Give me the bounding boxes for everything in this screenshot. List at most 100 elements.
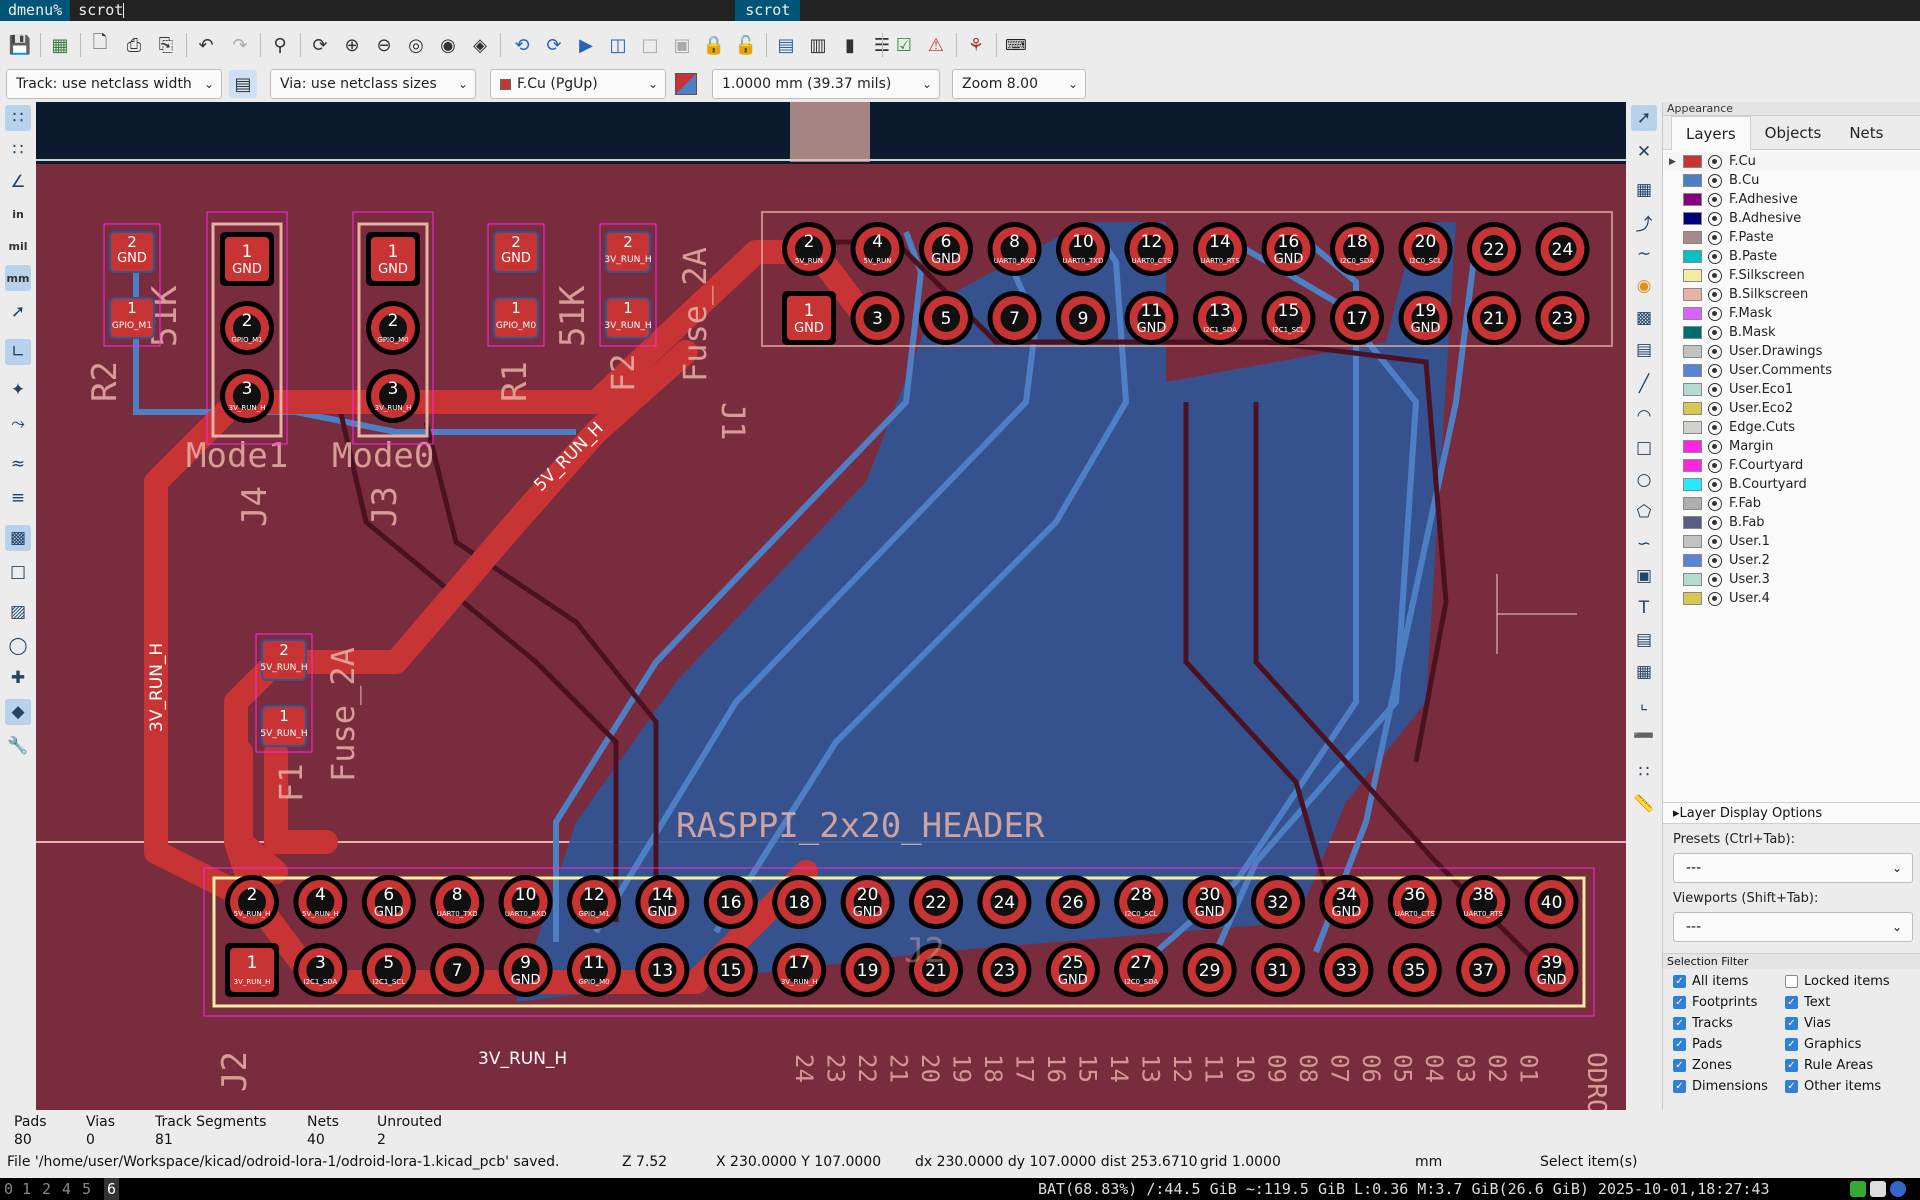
workspace-6-current[interactable]: 6 (104, 1178, 120, 1200)
rpi-pad[interactable]: 19 (840, 943, 895, 997)
eye-icon[interactable] (1708, 325, 1722, 340)
layer-select[interactable]: F.Cu (PgUp) ⌄ (490, 69, 666, 99)
track-outline-icon[interactable]: ✚ (5, 665, 31, 691)
zoom-out-icon[interactable]: ⊖ (370, 31, 398, 59)
odroid-pad[interactable]: 14 UART0_RTS (1193, 222, 1247, 276)
layer-row[interactable]: F.Silkscreen (1663, 266, 1920, 285)
checkbox-checked-icon[interactable]: ✓ (1785, 995, 1798, 1009)
dmenu-match[interactable]: scrot (735, 0, 801, 21)
add-table-icon[interactable]: ▦ (1631, 659, 1657, 685)
selection-filter-item[interactable]: Locked items (1785, 972, 1915, 990)
local-ratsnest-icon[interactable]: ✕ (1631, 139, 1657, 165)
resistor-pad[interactable]: 1 GPIO_M1 (109, 297, 155, 339)
odroid-pad[interactable]: 17 (1330, 291, 1384, 345)
rpi-pad[interactable]: 25GND (1045, 943, 1100, 997)
grid-overrides-icon[interactable]: ∷ (5, 137, 31, 163)
draw-circle-icon[interactable]: ○ (1631, 467, 1657, 493)
rpi-pad[interactable]: 32 (1251, 875, 1305, 929)
workspace-5[interactable]: 5 (82, 1178, 91, 1200)
odroid-pad[interactable]: 20 I2C0_SCL (1398, 222, 1453, 276)
layer-row[interactable]: B.Cu (1663, 171, 1920, 190)
layer-row[interactable]: B.Fab (1663, 513, 1920, 532)
grid-dots-icon[interactable]: ∷ (5, 105, 31, 131)
selection-filter-item[interactable]: ✓ All items (1673, 972, 1785, 990)
tab-objects[interactable]: Objects (1751, 116, 1836, 149)
odroid-pad[interactable]: 16GND (1261, 222, 1316, 276)
net-inspector-icon[interactable]: ≡ (5, 485, 31, 511)
rpi-pad[interactable]: 6GND (361, 875, 416, 929)
rpi-pad[interactable]: 20GND (840, 875, 895, 929)
odroid-pad[interactable]: 11GND (1124, 291, 1179, 345)
rpi-pad[interactable]: 14GND (635, 875, 690, 929)
rpi-pad[interactable]: 12 GPIO_M1 (567, 875, 621, 929)
rpi-pad[interactable]: 24 (977, 875, 1032, 929)
eye-icon[interactable] (1708, 458, 1722, 473)
rpi-pad[interactable]: 28 I2C0_SCL (1114, 875, 1169, 929)
rpi-pad[interactable]: 13 (635, 943, 690, 997)
rpi-pad[interactable]: 36 UART0_CTS (1387, 875, 1442, 929)
layer-color-swatch[interactable] (1683, 383, 1702, 396)
layer-color-swatch[interactable] (1683, 326, 1702, 339)
add-textbox-icon[interactable]: ▤ (1631, 627, 1657, 653)
zoom-fit-icon[interactable]: ◎ (402, 31, 430, 59)
odroid-pad[interactable]: 13 I2C1_SDA (1193, 291, 1247, 345)
layer-color-swatch[interactable] (1683, 193, 1702, 206)
presets-select[interactable]: --- ⌄ (1673, 853, 1913, 883)
layer-color-swatch[interactable] (1683, 345, 1702, 358)
rpi-pad[interactable]: 7 (430, 943, 485, 997)
rpi-pad[interactable]: 29 (1182, 943, 1237, 997)
eye-icon[interactable] (1708, 173, 1722, 188)
layer-color-swatch[interactable] (1683, 554, 1702, 567)
resistor-pad[interactable]: 1 3V_RUN_H (604, 297, 652, 339)
layer-color-swatch[interactable] (1683, 459, 1702, 472)
rpi-pad[interactable]: 22 (909, 875, 963, 929)
odroid-pad[interactable]: 21 (1467, 291, 1521, 345)
zoom-in-icon[interactable]: ⊕ (338, 31, 366, 59)
layer-row[interactable]: User.2 (1663, 551, 1920, 570)
layer-color-swatch[interactable] (1683, 250, 1702, 263)
rpi-pad[interactable]: 30GND (1182, 875, 1237, 929)
odroid-pad[interactable]: 4 5V_RUN (850, 222, 905, 276)
selection-filter-item[interactable]: ✓ Other items (1785, 1077, 1915, 1095)
mirror-icon[interactable]: ◫ (604, 31, 632, 59)
layer-row[interactable]: B.Mask (1663, 323, 1920, 342)
rpi-pad[interactable]: 26 (1045, 875, 1100, 929)
eye-icon[interactable] (1708, 382, 1722, 397)
workspace-2[interactable]: 2 (42, 1178, 51, 1200)
jumper-pad[interactable]: 3 3V_RUN_H (366, 369, 420, 423)
selection-filter-item[interactable]: ✓ Rule Areas (1785, 1056, 1915, 1074)
pad-outline-icon[interactable]: ▨ (5, 599, 31, 625)
grid-select[interactable]: 1.0000 mm (39.37 mils) ⌄ (712, 69, 940, 99)
layer-row[interactable]: User.Comments (1663, 361, 1920, 380)
delete-tool-icon[interactable]: ➖ (1631, 723, 1657, 749)
rpi-pad[interactable]: 18 (772, 875, 827, 929)
selection-filter-item[interactable]: ✓ Tracks (1673, 1014, 1785, 1032)
layer-row[interactable]: F.Mask (1663, 304, 1920, 323)
selection-filter-item[interactable]: ✓ Dimensions (1673, 1077, 1785, 1095)
layer-color-swatch[interactable] (1683, 421, 1702, 434)
resistor-pad[interactable]: 2GND (493, 231, 539, 273)
cursor-style-icon[interactable]: ➚ (5, 299, 31, 325)
rpi-pad[interactable]: 9GND (498, 943, 553, 997)
layer-row[interactable]: F.Fab (1663, 494, 1920, 513)
eye-icon[interactable] (1708, 439, 1722, 454)
odroid-pad[interactable]: 22 (1467, 222, 1521, 276)
eye-icon[interactable] (1708, 363, 1722, 378)
checkbox-checked-icon[interactable]: ✓ (1785, 1079, 1798, 1093)
rpi-pad[interactable]: 27 I2C0_SDA (1114, 943, 1169, 997)
units-inch-button[interactable]: in (5, 201, 31, 227)
eye-icon[interactable] (1708, 154, 1722, 169)
footprint-browser-icon[interactable]: ▥ (804, 31, 832, 59)
layer-color-swatch[interactable] (1683, 440, 1702, 453)
odroid-pad[interactable]: 8 UART0_RXD (987, 222, 1042, 276)
eye-icon[interactable] (1708, 268, 1722, 283)
jumper-pad[interactable]: 1GND (366, 232, 420, 286)
ungroup-icon[interactable]: ▣ (668, 31, 696, 59)
fuse-pad[interactable]: 1 5V_RUN_H (260, 705, 308, 747)
add-zone-icon[interactable]: ▩ (1631, 305, 1657, 331)
selection-filter-item[interactable]: ✓ Zones (1673, 1056, 1785, 1074)
rpi-pad[interactable]: 4 5V_RUN_H (293, 875, 348, 929)
eye-icon[interactable] (1708, 344, 1722, 359)
odroid-pad[interactable]: 23 (1535, 291, 1590, 345)
via-outline-icon[interactable]: ◯ (5, 633, 31, 659)
